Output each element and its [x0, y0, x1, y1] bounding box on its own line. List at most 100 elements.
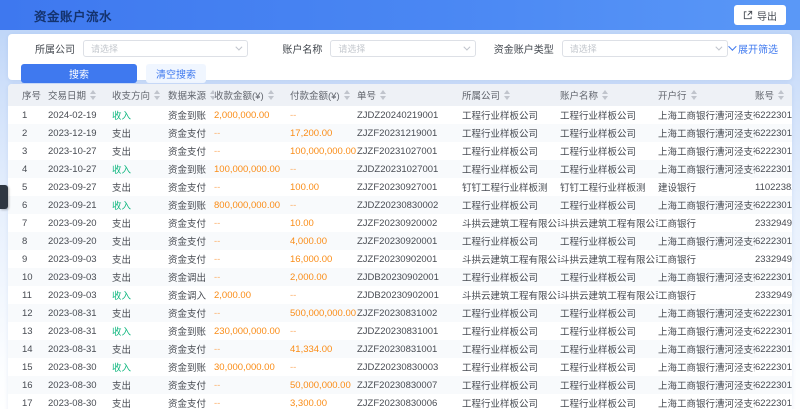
- cell-account-no: 6222301111: [755, 196, 792, 214]
- cell-no: 13: [8, 322, 48, 340]
- cell-receive: --: [214, 178, 290, 196]
- table-header: 序号交易日期收支方向数据来源收款金额(¥)付款金额(¥)单号所属公司账户名称开户…: [8, 84, 792, 106]
- cell-order: ZJZF20230927001: [357, 178, 462, 196]
- cell-date: 2023-08-31: [48, 340, 112, 358]
- column-header-6[interactable]: 单号: [357, 84, 462, 106]
- column-header-7[interactable]: 所属公司: [462, 84, 560, 106]
- export-button[interactable]: 导出: [734, 5, 786, 25]
- cell-direction: 收入: [112, 286, 168, 304]
- cell-source: 资金支付: [168, 232, 214, 250]
- column-header-1[interactable]: 交易日期: [48, 84, 112, 106]
- sort-carets-icon[interactable]: [380, 90, 386, 100]
- cell-account-name: 工程行业样板公司: [560, 322, 658, 340]
- chevron-down-icon: [236, 43, 243, 50]
- cell-source: 资金到账: [168, 358, 214, 376]
- cell-source: 资金支付: [168, 250, 214, 268]
- cell-account-no: 233294994: [755, 250, 792, 268]
- cell-pay: 100,000,000.00: [290, 142, 357, 160]
- expand-filter-link[interactable]: 展开筛选: [728, 41, 778, 56]
- cell-company: 斗拱云建筑工程有限公司: [462, 286, 560, 304]
- cell-pay: --: [290, 106, 357, 124]
- cell-account-no: 6222301111: [755, 142, 792, 160]
- cell-account-name: 斗拱云建筑工程有限公司: [560, 250, 658, 268]
- cell-bank: 上海工商银行漕河泾支行: [658, 304, 755, 322]
- cell-no: 3: [8, 142, 48, 160]
- cell-receive: 2,000,000.00: [214, 106, 290, 124]
- column-header-label: 账户名称: [560, 88, 598, 102]
- side-drawer-handle[interactable]: [0, 185, 8, 209]
- cell-company: 工程行业样板公司: [462, 394, 560, 409]
- cell-account-name: 工程行业样板公司: [560, 268, 658, 286]
- sort-carets-icon[interactable]: [154, 90, 160, 100]
- sort-carets-icon[interactable]: [691, 90, 697, 100]
- cell-bank: 上海工商银行漕河泾支行: [658, 394, 755, 409]
- cell-order: ZJDZ20231027001: [357, 160, 462, 178]
- cell-receive: 800,000,000.00: [214, 196, 290, 214]
- cell-order: ZJDB20230902001: [357, 286, 462, 304]
- cell-receive: --: [214, 394, 290, 409]
- column-header-3[interactable]: 数据来源: [168, 84, 214, 106]
- cell-account-name: 工程行业样板公司: [560, 376, 658, 394]
- cell-pay: --: [290, 286, 357, 304]
- cell-date: 2023-08-31: [48, 304, 112, 322]
- sort-carets-icon[interactable]: [268, 90, 274, 100]
- table-row: 72023-09-20支出资金支付--10.00ZJZF20230920002斗…: [8, 214, 792, 232]
- table-row: 12024-02-19收入资金到账2,000,000.00--ZJDZ20240…: [8, 106, 792, 124]
- column-header-4[interactable]: 收款金额(¥): [214, 84, 290, 106]
- cell-account-no: 6222301111: [755, 160, 792, 178]
- cell-no: 11: [8, 286, 48, 304]
- sort-carets-icon[interactable]: [778, 90, 784, 100]
- account-type-filter-label: 资金账户类型: [494, 41, 554, 56]
- cell-bank: 上海工商银行漕河泾支行: [658, 358, 755, 376]
- cell-date: 2023-08-30: [48, 394, 112, 409]
- cell-order: ZJZF20230831002: [357, 304, 462, 322]
- cell-date: 2023-08-30: [48, 376, 112, 394]
- column-header-label: 收款金额(¥): [214, 88, 264, 102]
- cell-order: ZJDB20230902001: [357, 268, 462, 286]
- column-header-8[interactable]: 账户名称: [560, 84, 658, 106]
- sort-carets-icon[interactable]: [504, 90, 510, 100]
- search-button[interactable]: 搜索: [21, 64, 137, 83]
- sort-carets-icon[interactable]: [90, 90, 96, 100]
- cell-company: 斗拱云建筑工程有限公司: [462, 214, 560, 232]
- account-type-filter-select[interactable]: 请选择: [562, 40, 728, 57]
- column-header-2[interactable]: 收支方向: [112, 84, 168, 106]
- cell-bank: 上海工商银行漕河泾支行: [658, 124, 755, 142]
- account-name-filter-select[interactable]: 请选择: [330, 40, 475, 57]
- cell-date: 2023-09-21: [48, 196, 112, 214]
- company-filter-select[interactable]: 请选择: [83, 40, 248, 57]
- cell-account-no: 6222301111: [755, 106, 792, 124]
- sort-carets-icon[interactable]: [344, 90, 350, 100]
- clear-search-button[interactable]: 清空搜索: [146, 64, 206, 83]
- cell-receive: 30,000,000.00: [214, 358, 290, 376]
- cell-account-no: 233294994: [755, 286, 792, 304]
- cell-no: 1: [8, 106, 48, 124]
- cell-date: 2023-09-03: [48, 268, 112, 286]
- export-button-label: 导出: [757, 8, 777, 23]
- sort-carets-icon[interactable]: [602, 90, 608, 100]
- cell-order: ZJDZ20240219001: [357, 106, 462, 124]
- cell-bank: 上海工商银行漕河泾支行: [658, 268, 755, 286]
- cell-date: 2023-10-27: [48, 160, 112, 178]
- cell-account-name: 工程行业样板公司: [560, 358, 658, 376]
- top-bar: 资金账户流水 导出: [0, 0, 800, 30]
- cell-order: ZJZF20230920001: [357, 232, 462, 250]
- column-header-10[interactable]: 账号: [755, 84, 792, 106]
- column-header-5[interactable]: 付款金额(¥): [290, 84, 357, 106]
- cell-company: 工程行业样板公司: [462, 340, 560, 358]
- cell-account-name: 斗拱云建筑工程有限公司: [560, 286, 658, 304]
- cell-date: 2023-10-27: [48, 142, 112, 160]
- cell-account-name: 工程行业样板公司: [560, 304, 658, 322]
- cell-no: 14: [8, 340, 48, 358]
- table-row: 142023-08-31支出资金支付--41,334.00ZJZF2023083…: [8, 340, 792, 358]
- table-body: 12024-02-19收入资金到账2,000,000.00--ZJDZ20240…: [8, 106, 792, 409]
- cell-company: 斗拱云建筑工程有限公司: [462, 250, 560, 268]
- cell-direction: 收入: [112, 106, 168, 124]
- column-header-9[interactable]: 开户行: [658, 84, 755, 106]
- filter-panel: 所属公司 请选择 账户名称 请选择 资金账户类型 请选择 展开筛选 搜索 清空搜…: [8, 34, 792, 80]
- cell-bank: 上海工商银行漕河泾支行: [658, 196, 755, 214]
- table-row: 112023-09-03收入资金调入2,000.00--ZJDB20230902…: [8, 286, 792, 304]
- cell-direction: 支出: [112, 376, 168, 394]
- cell-company: 钉钉工程行业样板测: [462, 178, 560, 196]
- cell-source: 资金调出: [168, 268, 214, 286]
